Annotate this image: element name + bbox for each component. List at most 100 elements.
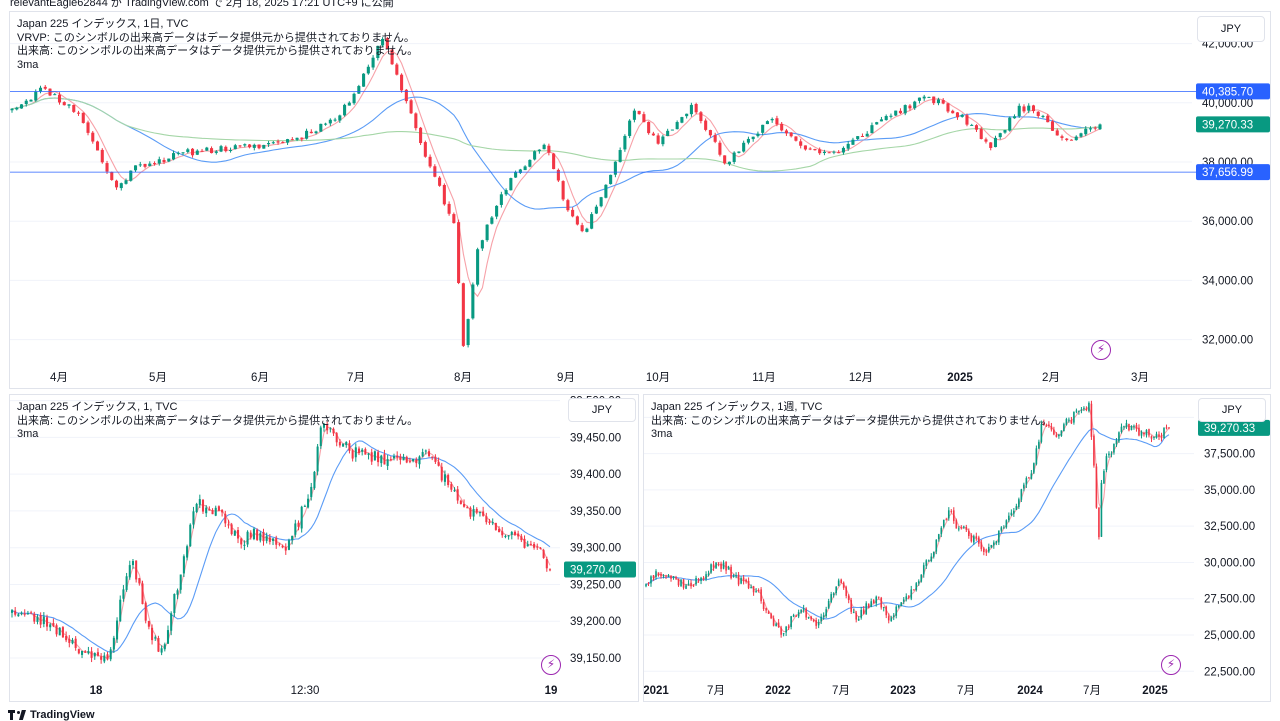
candle-body — [772, 618, 775, 626]
candle-body — [313, 471, 316, 489]
candle-body — [1075, 410, 1078, 412]
candle-body — [737, 151, 741, 153]
candle-body — [742, 142, 746, 152]
ma-slow-line — [11, 96, 1101, 210]
candle-body — [618, 150, 622, 162]
candle-body — [979, 128, 983, 139]
candle-body — [507, 535, 510, 537]
candle-body — [472, 509, 475, 517]
candle-body — [342, 443, 345, 447]
candle-body — [580, 225, 584, 232]
candle-body — [799, 141, 803, 146]
candle-body — [1003, 130, 1007, 133]
minute-chart-panel[interactable]: 39,150.00 39,200.00 39,250.00 39,300.00 39,3… — [9, 394, 639, 702]
candle-body — [259, 533, 262, 541]
ma-slow-line — [11, 440, 551, 653]
candle-body — [443, 474, 446, 482]
candle-body — [57, 94, 62, 103]
candle-body — [1033, 463, 1035, 473]
legend-vrvp: VRVP: このシンボルの出来高データはデータ提供元から提供されておりません。 — [17, 31, 415, 44]
candle-body — [680, 117, 684, 123]
candle-body — [1050, 121, 1055, 131]
candle-body — [400, 74, 404, 91]
candle-body — [735, 575, 737, 577]
candle-body — [752, 586, 755, 593]
candle-body — [418, 456, 421, 465]
candle-body — [192, 511, 195, 525]
lightning-icon[interactable]: ⚡ — [1161, 655, 1181, 675]
minute-chart-legend: Japan 225 インデックス, 1, TVC 出来高: このシンボルの出来高… — [17, 401, 418, 442]
candle-body — [343, 104, 347, 116]
candle-body — [585, 228, 589, 232]
x-tick-label: 2021 — [644, 685, 669, 697]
candle-body — [246, 531, 249, 545]
candle-body — [998, 133, 1002, 138]
candle-body — [1168, 427, 1170, 429]
candle-body — [10, 610, 14, 613]
candle-body — [362, 73, 366, 87]
candle-body — [421, 452, 424, 457]
candle-body — [1003, 527, 1005, 529]
candle-body — [475, 508, 478, 513]
candle-body — [409, 100, 413, 114]
candle-body — [373, 451, 376, 461]
candle-body — [950, 511, 953, 513]
daily-chart-panel[interactable]: 32,000.00 34,000.00 36,000.00 38,000.00 40,0… — [9, 11, 1271, 389]
candle-body — [1090, 403, 1093, 437]
candle-body — [278, 543, 281, 545]
candle-body — [922, 96, 926, 99]
candle-body — [1103, 471, 1105, 484]
y-tick-label: 25,000.00 — [1204, 630, 1255, 642]
candle-body — [219, 146, 223, 152]
candle-body — [832, 593, 835, 596]
candle-body — [789, 132, 793, 137]
candle-body — [504, 190, 508, 195]
candle-body — [903, 105, 907, 114]
candle-body — [800, 609, 802, 613]
candle-body — [1158, 434, 1160, 437]
tradingview-footer[interactable]: TradingView — [8, 709, 95, 721]
candle-body — [396, 455, 399, 458]
candle-body — [713, 135, 717, 142]
candle-body — [902, 599, 905, 602]
candle-body — [761, 124, 765, 133]
candle-body — [533, 151, 537, 160]
candle-body — [930, 556, 933, 562]
candle-body — [756, 133, 760, 137]
candle-body — [802, 608, 805, 610]
currency-button[interactable]: JPY — [568, 398, 636, 422]
candle-body — [832, 151, 836, 153]
candle-body — [135, 560, 138, 580]
lightning-icon[interactable]: ⚡ — [541, 655, 561, 675]
currency-button[interactable]: JPY — [1198, 398, 1266, 422]
candle-body — [1060, 430, 1063, 436]
candle-body — [685, 585, 687, 589]
candle-body — [19, 104, 24, 109]
x-tick-label: 2月 — [1042, 372, 1060, 384]
candle-body — [847, 595, 850, 601]
candle-body — [1088, 128, 1093, 130]
candle-body — [571, 209, 575, 217]
candle-body — [978, 537, 980, 544]
candle-body — [700, 577, 702, 581]
candle-body — [52, 622, 55, 627]
candle-body — [882, 606, 885, 608]
candle-body — [840, 579, 842, 583]
candle-body — [1073, 411, 1075, 423]
candle-body — [523, 166, 527, 171]
x-tick-label: 7月 — [1083, 685, 1101, 697]
weekly-chart-panel[interactable]: 22,500.00 25,000.00 27,500.00 30,000.00 32,5… — [643, 394, 1271, 702]
candle-body — [892, 615, 895, 617]
candle-body — [271, 142, 275, 144]
candle-body — [692, 585, 695, 587]
candle-body — [862, 609, 865, 615]
daily-chart-legend: Japan 225 インデックス, 1日, TVC VRVP: このシンボルの出… — [17, 18, 418, 72]
candle-body — [725, 561, 727, 571]
candle-body — [1031, 105, 1036, 112]
candle-body — [405, 456, 408, 463]
currency-button[interactable]: JPY — [1197, 16, 1265, 42]
lightning-icon[interactable]: ⚡ — [1091, 340, 1111, 360]
candle-body — [357, 448, 361, 454]
candle-body — [154, 637, 157, 639]
candle-body — [76, 112, 81, 114]
